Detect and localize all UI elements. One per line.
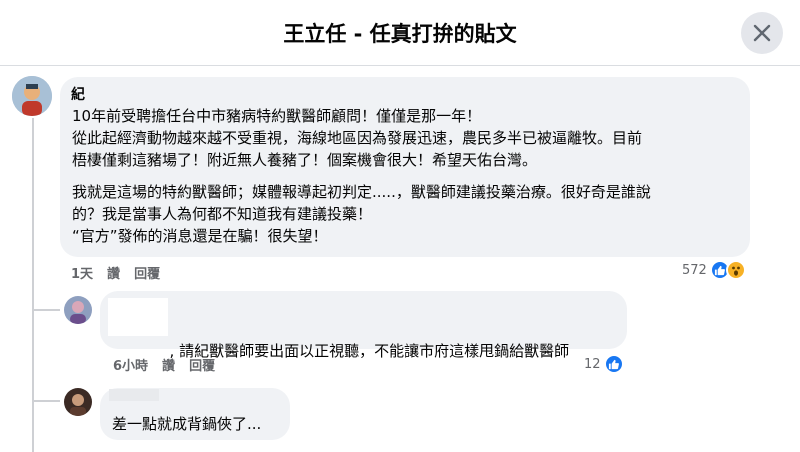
avatar[interactable] [12,76,52,116]
avatar[interactable] [64,296,92,324]
like-reaction-icon [603,354,624,374]
thread-branch [32,309,60,311]
redaction [108,298,168,336]
dialog-header: 王立任 - 任真打拚的貼文 [0,0,800,66]
redaction [86,84,130,100]
comment-author[interactable]: 紀 [71,84,85,104]
close-button[interactable] [741,12,783,54]
wow-reaction-icon [725,260,746,280]
reaction-count: 572 [682,262,707,278]
comment-text-line: 的？我是當事人為何都不知道我有建議投藥！ [72,205,373,223]
thread-branch [32,400,60,402]
avatar-image [12,76,52,116]
comment-text-line: 梧棲僅剩這豬場了！附近無人養豬了！個案機會很大！希望天佑台灣。 [72,151,538,169]
redaction [109,389,159,401]
comment-text-line: 我就是這場的特約獸醫師；媒體報導起初判定.....，獸醫師建議投藥治療。很好奇是… [72,183,651,201]
comment-text: 差一點就成背鍋俠了... [112,415,262,433]
like-button[interactable]: 讚 [107,263,120,282]
close-icon [753,24,771,42]
avatar-image [64,296,92,324]
comment-actions: 1天 讚 回覆 [71,263,160,282]
comment-time[interactable]: 1天 [71,263,93,282]
comment-text-line: “官方”發佈的消息還是在騙！很失望！ [72,227,328,245]
comment-text-body: 請紀獸醫師要出面以正視聽，不能讓市府這樣甩鍋給獸醫師 [179,342,570,360]
reaction-count: 12 [584,356,601,372]
comment-text: , 請紀獸醫師要出面以正視聽，不能讓市府這樣甩鍋給獸醫師 [160,318,570,362]
comment-actions: 6小時 讚 回覆 [113,355,215,374]
reply-button[interactable]: 回覆 [134,263,160,282]
comment-text-line: 10年前受聘擔任台中市豬病特約獸醫師顧問！僅僅是那一年！ [72,107,482,125]
comment-time[interactable]: 6小時 [113,355,148,374]
dialog-title: 王立任 - 任真打拚的貼文 [283,22,517,46]
like-button[interactable]: 讚 [162,355,175,374]
reply-button[interactable]: 回覆 [189,355,215,374]
avatar[interactable] [64,388,92,416]
avatar-image [64,388,92,416]
comment-text-line: 從此起經濟動物越來越不受重視，海線地區因為發展迅速，農民多半已被逼離牧。目前 [72,129,643,147]
reaction-summary[interactable]: 572 [682,260,746,280]
reaction-summary[interactable]: 12 [584,354,624,374]
